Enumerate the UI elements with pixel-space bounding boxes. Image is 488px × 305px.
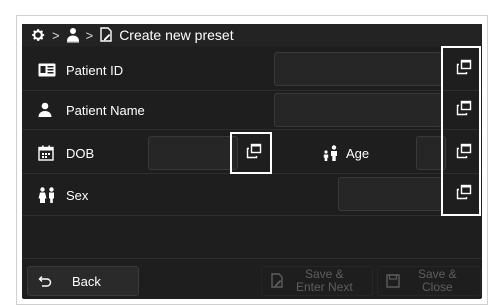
sex-field[interactable] — [338, 177, 442, 211]
parent-child-icon — [322, 145, 340, 161]
divider — [22, 129, 482, 130]
dob-label-group: DOB — [38, 143, 94, 163]
breadcrumb-separator: > — [52, 27, 60, 43]
save-close-label: Save & Close — [418, 268, 457, 294]
save-enter-next-label: Save & Enter Next — [296, 268, 353, 294]
dob-label: DOB — [66, 145, 95, 161]
popup-buttons-highlight — [441, 46, 481, 216]
people-icon — [38, 187, 58, 203]
dob-popup-highlight — [230, 132, 272, 174]
save-enter-next-button[interactable]: Save & Enter Next — [261, 266, 373, 296]
sex-label-group: Sex — [38, 185, 88, 205]
dob-field[interactable] — [148, 136, 238, 170]
patient-name-label: Patient Name — [66, 102, 145, 118]
save-icon — [386, 274, 400, 288]
patient-id-label-group: Patient ID — [38, 60, 123, 80]
person-icon — [38, 102, 58, 118]
patient-id-field[interactable] — [274, 52, 442, 86]
patient-name-label-group: Patient Name — [38, 100, 145, 120]
divider — [22, 215, 482, 216]
divider — [22, 258, 482, 259]
back-button[interactable]: Back — [27, 266, 139, 296]
age-label-group: Age — [322, 143, 369, 163]
page-title: Create new preset — [119, 27, 234, 43]
back-button-label: Back — [72, 273, 101, 289]
patient-name-field[interactable] — [274, 93, 442, 127]
calendar-icon — [38, 145, 58, 161]
divider — [22, 90, 482, 91]
breadcrumb-separator: > — [85, 27, 94, 43]
save-enter-next-line2: Enter Next — [296, 280, 353, 294]
sex-label: Sex — [66, 187, 89, 203]
document-edit-icon — [270, 273, 284, 289]
save-close-line2: Close — [422, 280, 453, 294]
gear-icon[interactable] — [30, 27, 46, 43]
back-arrow-icon — [38, 275, 52, 287]
document-edit-icon — [99, 27, 113, 43]
age-label: Age — [346, 145, 370, 161]
save-close-button[interactable]: Save & Close — [377, 266, 481, 296]
id-card-icon — [38, 63, 58, 77]
user-icon[interactable] — [66, 27, 80, 43]
breadcrumb: > > Create new preset — [22, 24, 482, 46]
patient-id-label: Patient ID — [66, 62, 124, 78]
